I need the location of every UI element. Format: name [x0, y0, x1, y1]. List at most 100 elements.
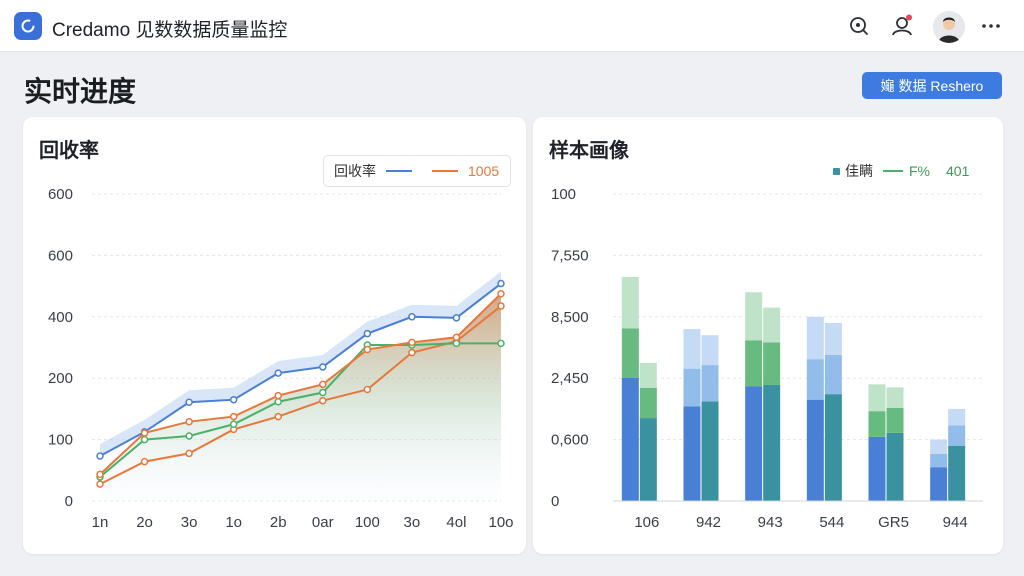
bar-segment	[621, 276, 639, 329]
data-point	[408, 348, 416, 357]
x-tick-label: 544	[819, 514, 844, 531]
bar-segment	[701, 401, 719, 501]
data-point	[185, 398, 193, 406]
recovery-rate-panel: 回收率 回收率 1005 600 600 400 200 100 0 1n 2o 3o 1o 2b 0…	[23, 117, 526, 554]
page-title: 实时进度	[24, 76, 137, 107]
bar-segment	[806, 399, 824, 501]
app-logo-icon[interactable]	[14, 12, 42, 40]
bar-segment	[639, 387, 657, 419]
y-tick-label: 600	[48, 186, 73, 203]
x-tick-label: 4ol	[446, 514, 466, 531]
bar-segment	[763, 342, 781, 385]
y-tick-label: 8,500	[551, 309, 589, 326]
bar-segment	[745, 292, 763, 341]
y-tick-label: 2,450	[551, 370, 589, 387]
bar-segment	[621, 328, 639, 378]
bar-segment	[806, 316, 824, 360]
data-point	[363, 385, 372, 394]
y-tick-label: 0	[551, 493, 559, 510]
x-tick-label: 2o	[136, 514, 153, 531]
bar-segment	[824, 354, 842, 395]
data-point	[96, 452, 104, 460]
x-tick-label: 942	[696, 514, 721, 531]
data-point	[229, 412, 238, 421]
bar-segment	[886, 407, 904, 433]
x-tick-label: GR5	[878, 514, 909, 531]
data-point	[319, 388, 327, 397]
search-icon[interactable]	[846, 13, 872, 39]
bar-segment	[745, 340, 763, 387]
data-point	[363, 329, 372, 338]
data-point	[274, 369, 282, 377]
y-tick-label: 200	[48, 370, 73, 387]
y-tick-label: 7,550	[551, 247, 589, 264]
bar-segment	[745, 386, 763, 501]
x-tick-label: 3o	[404, 514, 421, 531]
bar-segment	[868, 384, 886, 412]
sample-profile-panel: 样本画像 佳瞒 F% 401 100 7,550 8,500 2,450 0,600 0 1…	[533, 117, 1003, 554]
data-point	[274, 412, 282, 421]
data-point	[274, 391, 282, 400]
bar-segment	[806, 359, 824, 400]
x-tick-label: 1n	[92, 514, 109, 531]
bar-segment	[886, 387, 904, 408]
data-point	[497, 290, 505, 298]
bar-segment	[683, 329, 701, 369]
data-point	[408, 313, 416, 321]
data-point	[497, 302, 505, 310]
x-tick-label: 3o	[181, 514, 198, 531]
data-point	[452, 339, 461, 348]
bar-segment	[930, 453, 948, 468]
bar-segment	[639, 418, 657, 501]
data-point	[319, 363, 327, 371]
y-tick-label: 0,600	[551, 432, 589, 449]
data-point	[229, 420, 238, 428]
data-point	[497, 339, 505, 348]
bar-segment	[763, 384, 781, 501]
bar-segment	[639, 362, 657, 388]
y-tick-label: 400	[48, 309, 73, 326]
data-point	[452, 314, 461, 322]
data-point	[185, 417, 193, 426]
avatar[interactable]	[933, 11, 965, 43]
bar-segment	[701, 335, 719, 366]
data-point	[140, 435, 149, 444]
data-point	[408, 338, 416, 347]
x-tick-label: 106	[634, 514, 659, 531]
top-bar: Credamo 见数数据质量监控	[0, 0, 1024, 52]
data-point	[319, 396, 327, 405]
bar-segment	[824, 322, 842, 355]
data-point	[497, 279, 505, 288]
data-point	[452, 333, 461, 342]
bar-segment	[948, 425, 966, 446]
y-tick-label: 100	[551, 186, 576, 203]
bar-segment	[868, 411, 886, 437]
bar-segment	[621, 377, 639, 501]
data-point	[140, 457, 149, 466]
bar-segment	[948, 408, 966, 426]
bar-segment	[701, 365, 719, 402]
y-tick-label: 600	[48, 247, 73, 264]
bar-segment	[763, 307, 781, 343]
data-point	[185, 432, 193, 440]
bar-segment	[824, 394, 842, 501]
data-action-button[interactable]: 䶯 数据 Reshero	[862, 72, 1002, 99]
app-title: Credamo 见数数据质量监控	[52, 20, 288, 41]
x-tick-label: 1o	[225, 514, 242, 531]
data-point	[363, 345, 372, 354]
bar-chart: 100 7,550 8,500 2,450 0,600 0 106 942 943 544 GR5 9…	[551, 186, 983, 531]
x-tick-label: 0ar	[312, 514, 334, 531]
bar-segment	[683, 368, 701, 407]
data-point	[319, 380, 327, 389]
x-tick-label: 10o	[488, 514, 513, 531]
data-point	[229, 395, 238, 404]
y-tick-label: 0	[65, 493, 73, 510]
data-point	[96, 470, 104, 479]
data-point	[140, 429, 149, 437]
more-icon[interactable]	[978, 13, 1004, 39]
x-tick-label: 100	[355, 514, 380, 531]
bar-segment	[868, 436, 886, 501]
data-point	[274, 397, 282, 406]
bar-segment	[886, 432, 904, 501]
user-notification-icon[interactable]	[889, 13, 915, 39]
